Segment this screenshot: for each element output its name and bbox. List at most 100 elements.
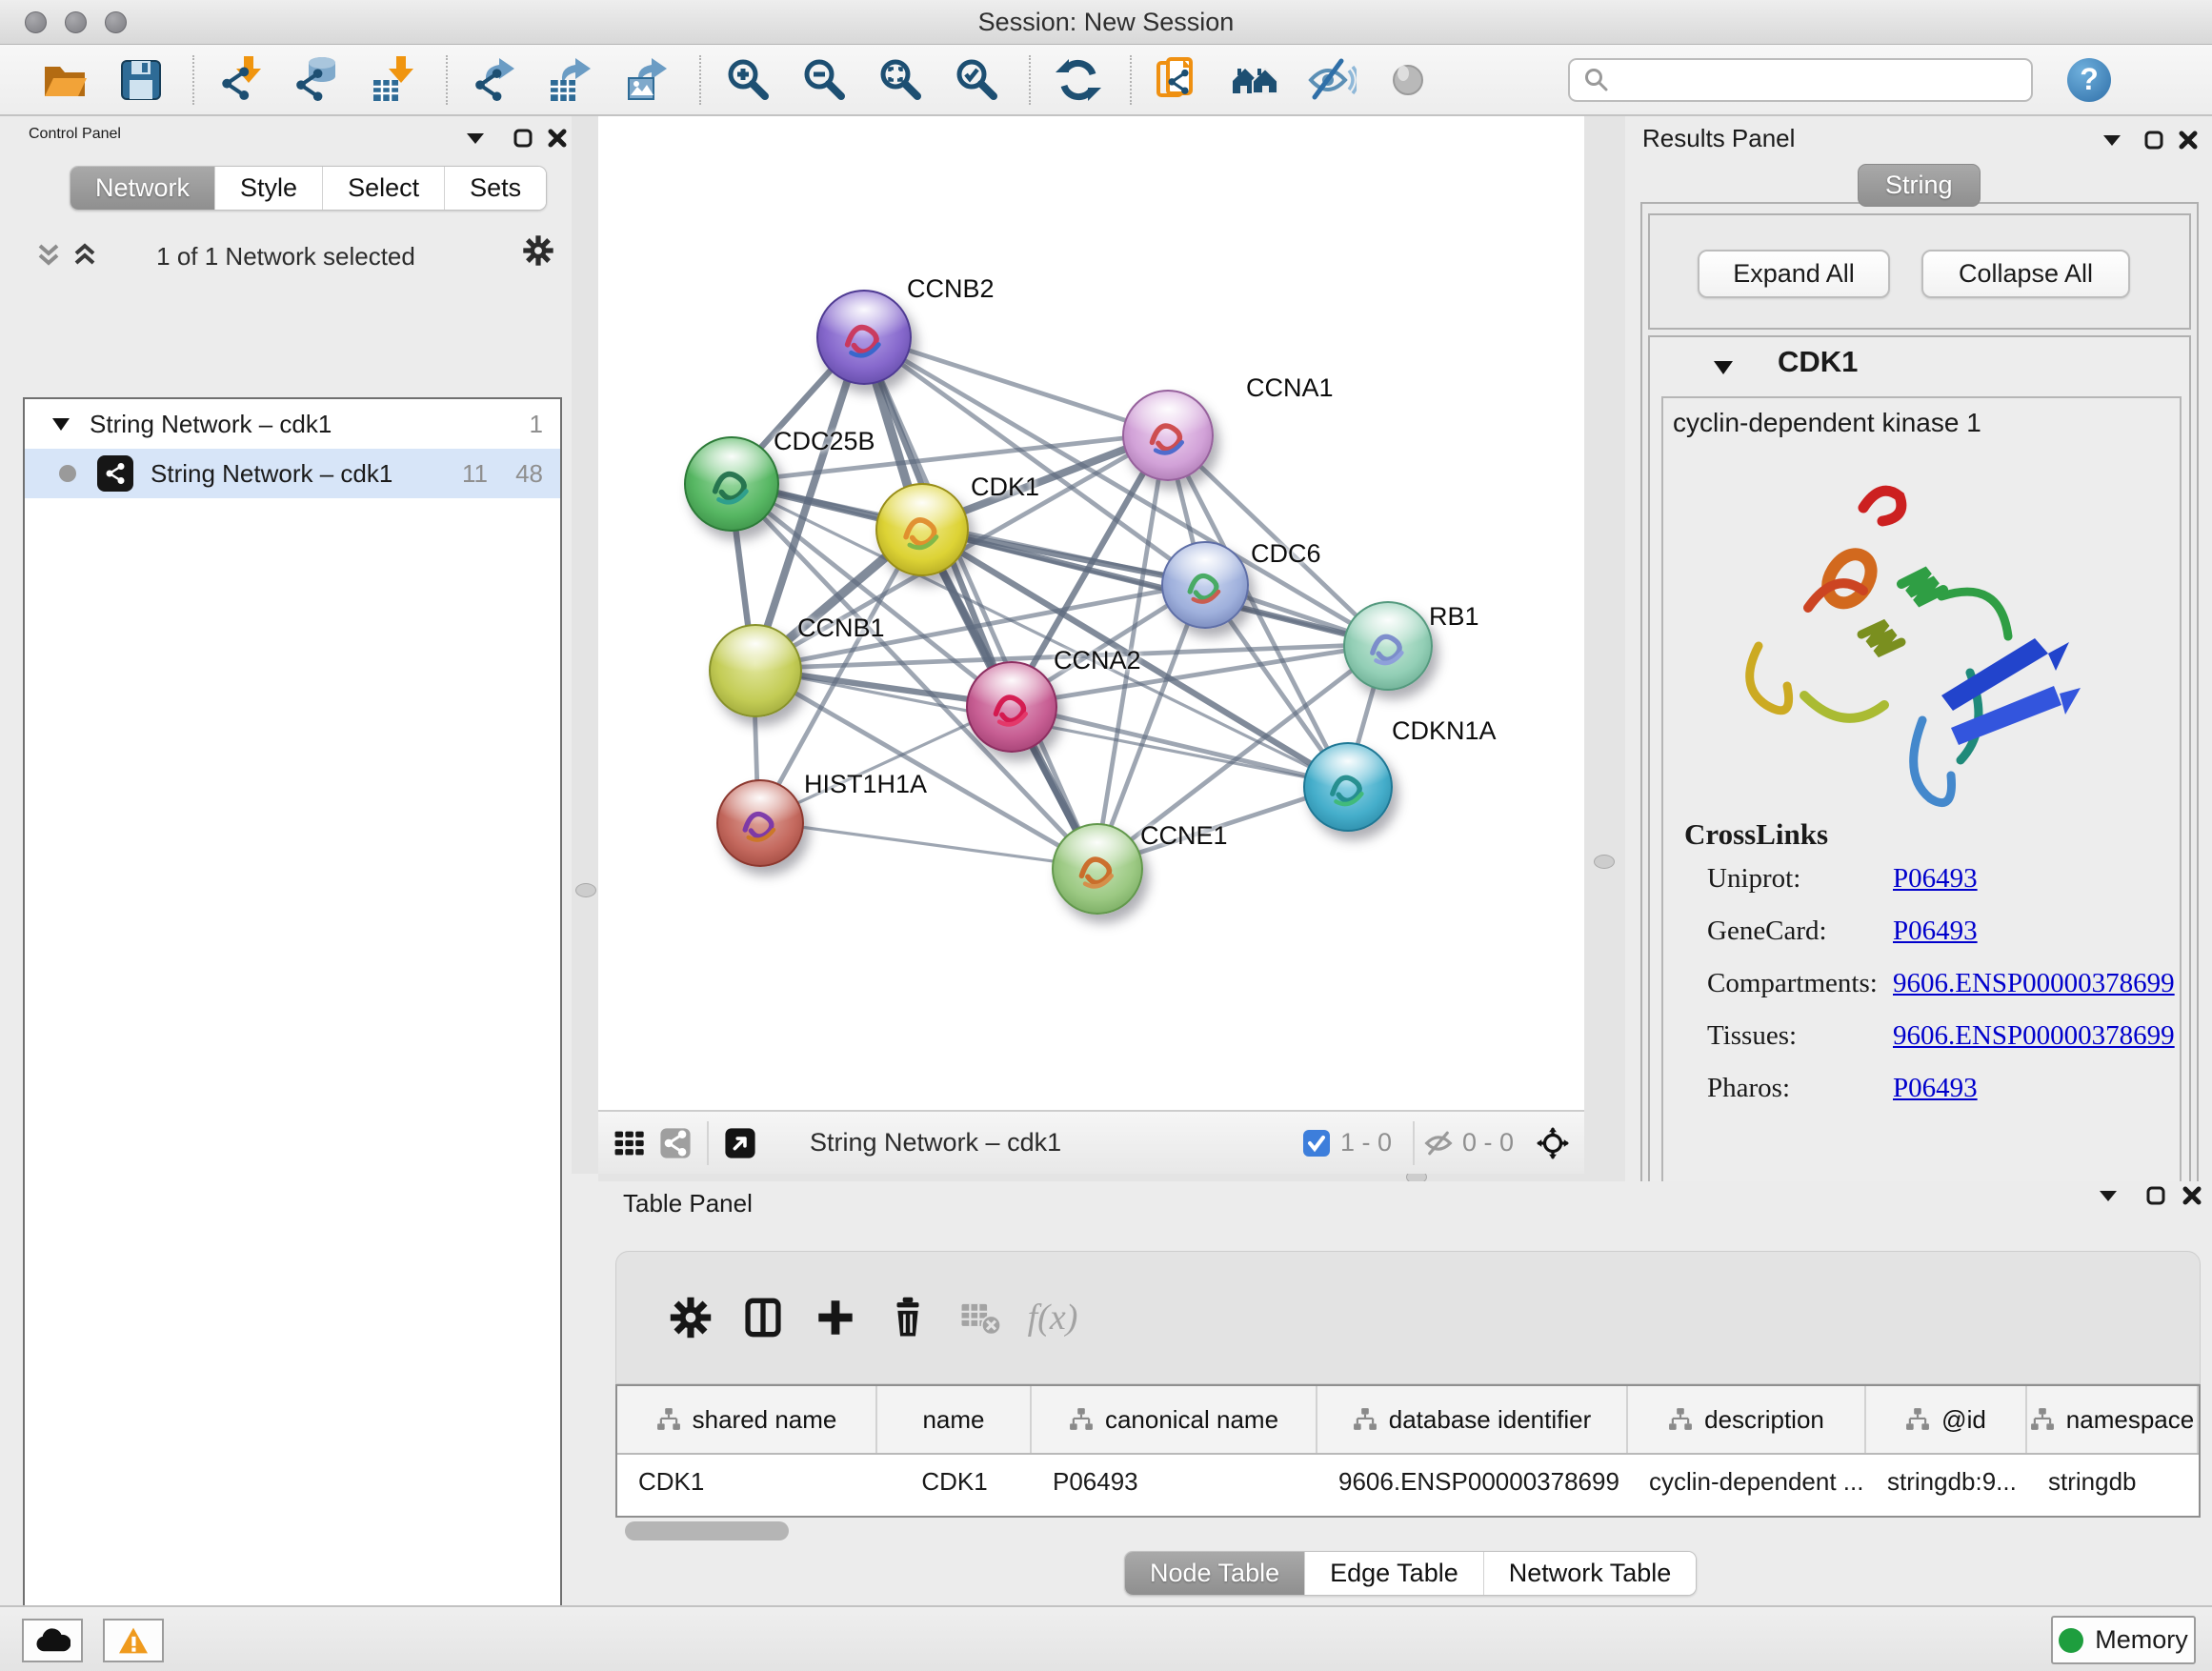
grid-view-icon[interactable] [613, 1129, 646, 1158]
network-type-icon [97, 455, 133, 492]
tab-sets[interactable]: Sets [445, 167, 546, 210]
tab-string[interactable]: String [1858, 164, 1981, 207]
protein-thumbnail-icon [968, 663, 1056, 751]
column-header-database-identifier[interactable]: database identifier [1317, 1386, 1628, 1453]
crosslink-link[interactable]: 9606.ENSP00000378699 [1893, 968, 2175, 999]
expand-all-button[interactable]: Expand All [1698, 250, 1890, 298]
tab-network[interactable]: Network [70, 167, 215, 210]
table-panel-close-icon[interactable] [2176, 1181, 2208, 1210]
selected-checkbox-icon[interactable] [1300, 1129, 1333, 1158]
column-header-namespace[interactable]: namespace [2027, 1386, 2199, 1453]
tab-style[interactable]: Style [215, 167, 323, 210]
share-network-document-button[interactable] [1149, 53, 1210, 107]
import-table-from-file-button[interactable] [364, 53, 425, 107]
control-panel-close-icon[interactable] [541, 124, 573, 152]
crosslink-link[interactable]: P06493 [1893, 1073, 1978, 1104]
protein-thumbnail-icon [1305, 744, 1391, 830]
left-splitter-handle[interactable] [575, 883, 596, 897]
export-table-icon [547, 55, 596, 105]
table-horizontal-scrollbar[interactable] [615, 1520, 2201, 1544]
zoom-in-button[interactable] [718, 53, 779, 107]
results-panel-float-icon[interactable] [2138, 126, 2170, 154]
section-content: cyclin-dependent kinase 1 [1661, 396, 2182, 1197]
section-collapse-icon[interactable] [1713, 360, 1734, 375]
hide-unhide-button[interactable] [1301, 53, 1362, 107]
tab-select[interactable]: Select [323, 167, 445, 210]
zoom-fit-button[interactable] [871, 53, 932, 107]
inactive-eye-button[interactable] [1377, 53, 1438, 107]
right-splitter[interactable] [1584, 116, 1625, 1174]
help-icon[interactable]: ? [2067, 58, 2111, 102]
node-CCNB1[interactable] [709, 624, 802, 717]
save-session-button[interactable] [111, 53, 171, 107]
control-panel-float-icon[interactable] [507, 124, 539, 152]
column-header-canonical-name[interactable]: canonical name [1032, 1386, 1317, 1453]
scrollbar-thumb[interactable] [625, 1521, 789, 1540]
export-image-button[interactable] [617, 53, 678, 107]
cloud-button[interactable] [22, 1619, 83, 1662]
node-CDK1[interactable] [875, 483, 969, 576]
tab-network-table[interactable]: Network Table [1484, 1552, 1697, 1595]
network-row-selected[interactable]: String Network – cdk1 11 48 [25, 449, 560, 498]
node-CDC25B[interactable] [684, 436, 779, 532]
table-row[interactable]: CDK1CDK1P064939606.ENSP00000378699cyclin… [617, 1455, 2199, 1508]
node-RB1[interactable] [1343, 601, 1433, 691]
export-table-button[interactable] [541, 53, 602, 107]
delete-column-icon[interactable] [872, 1289, 944, 1346]
birds-eye-view-icon[interactable] [724, 1129, 756, 1158]
column-header-description[interactable]: description [1628, 1386, 1866, 1453]
control-panel-menu-icon[interactable] [459, 124, 492, 152]
warnings-button[interactable] [103, 1619, 164, 1662]
network-options-gear-icon[interactable] [522, 236, 554, 265]
network-collection-row[interactable]: String Network – cdk1 1 [25, 399, 560, 449]
node-HIST1H1A[interactable] [716, 779, 804, 867]
node-CCNB2[interactable] [816, 290, 912, 385]
tab-node-table[interactable]: Node Table [1125, 1552, 1305, 1595]
node-CCNA2[interactable] [966, 661, 1057, 753]
search-box[interactable] [1568, 58, 2033, 102]
network-canvas[interactable]: CCNB2 CCNA1 CDC25B CDK1 CDC6 RB1CCNB1 CC… [598, 116, 1584, 1110]
table-settings-gear-icon[interactable] [654, 1289, 727, 1346]
left-splitter[interactable] [572, 116, 598, 1174]
zoom-selected-button[interactable] [947, 53, 1008, 107]
collection-expand-icon[interactable] [51, 417, 70, 432]
results-panel-close-icon[interactable] [2172, 126, 2204, 154]
apply-preferred-layout-button[interactable] [1048, 53, 1109, 107]
import-network-from-file-button[interactable] [211, 53, 272, 107]
column-header--id[interactable]: @id [1866, 1386, 2027, 1453]
add-column-icon[interactable] [799, 1289, 872, 1346]
tab-edge-table[interactable]: Edge Table [1305, 1552, 1484, 1595]
show-columns-icon[interactable] [727, 1289, 799, 1346]
fit-crosshair-icon[interactable] [1537, 1129, 1569, 1158]
memory-button[interactable]: Memory [2051, 1616, 2196, 1664]
protein-thumbnail-icon [818, 292, 910, 383]
export-network-button[interactable] [465, 53, 526, 107]
node-CDKN1A[interactable] [1303, 742, 1393, 832]
node-CCNE1[interactable] [1052, 823, 1143, 915]
results-panel-menu-icon[interactable] [2096, 126, 2128, 154]
crosslink-link[interactable]: P06493 [1893, 863, 1978, 895]
horizontal-splitter[interactable] [598, 1174, 1625, 1181]
import-network-from-database-button[interactable] [288, 53, 349, 107]
column-header-name[interactable]: name [877, 1386, 1032, 1453]
hidden-eye-icon[interactable] [1422, 1129, 1455, 1158]
node-CCNA1[interactable] [1122, 390, 1214, 481]
collapse-all-button[interactable]: Collapse All [1921, 250, 2130, 298]
right-splitter-handle[interactable] [1594, 855, 1615, 869]
node-label-CCNA2: CCNA2 [1054, 646, 1141, 675]
open-session-button[interactable] [34, 53, 95, 107]
node-label-CDC6: CDC6 [1251, 539, 1321, 569]
string-protein-query-button[interactable] [1225, 53, 1286, 107]
table-panel-menu-icon[interactable] [2092, 1181, 2124, 1210]
table-panel-float-icon[interactable] [2140, 1181, 2172, 1210]
export-network-icon [471, 55, 520, 105]
edge-HIST1H1A-CCNE1[interactable] [758, 821, 1096, 867]
zoom-out-button[interactable] [794, 53, 855, 107]
search-input[interactable] [1610, 64, 2014, 95]
shared-column-icon [1668, 1407, 1693, 1432]
network-view-icon[interactable] [659, 1129, 692, 1158]
node-CDC6[interactable] [1161, 541, 1249, 629]
crosslink-link[interactable]: P06493 [1893, 916, 1978, 947]
column-header-shared-name[interactable]: shared name [617, 1386, 877, 1453]
crosslink-link[interactable]: 9606.ENSP00000378699 [1893, 1020, 2175, 1052]
